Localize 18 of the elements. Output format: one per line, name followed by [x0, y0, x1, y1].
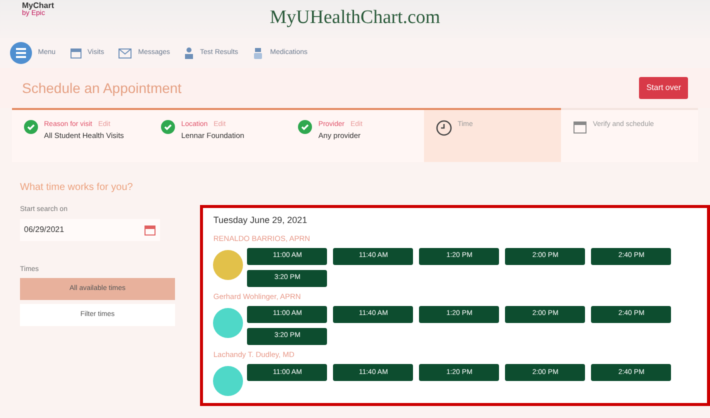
start-over-button[interactable]: Start over [639, 77, 688, 99]
page-title: Schedule an Appointment [22, 78, 182, 98]
clock-icon [436, 120, 452, 136]
calendar-icon [572, 120, 587, 134]
check-icon [24, 120, 38, 134]
menu-icon [10, 42, 32, 64]
envelope-icon [118, 48, 132, 58]
site-title: MyUHealthChart.com [270, 6, 440, 30]
calendar-icon [144, 224, 156, 236]
check-icon [161, 120, 176, 134]
section-heading: What time works for you? [19, 181, 134, 195]
calendar-icon [70, 47, 82, 59]
logo-text: MyChart [22, 2, 54, 10]
date-field[interactable]: 06/29/2021 [20, 218, 160, 240]
check-icon [298, 120, 312, 134]
results-date: Tuesday June 29, 2021 [213, 214, 308, 227]
person-icon [184, 46, 194, 60]
medication-icon [252, 46, 264, 60]
